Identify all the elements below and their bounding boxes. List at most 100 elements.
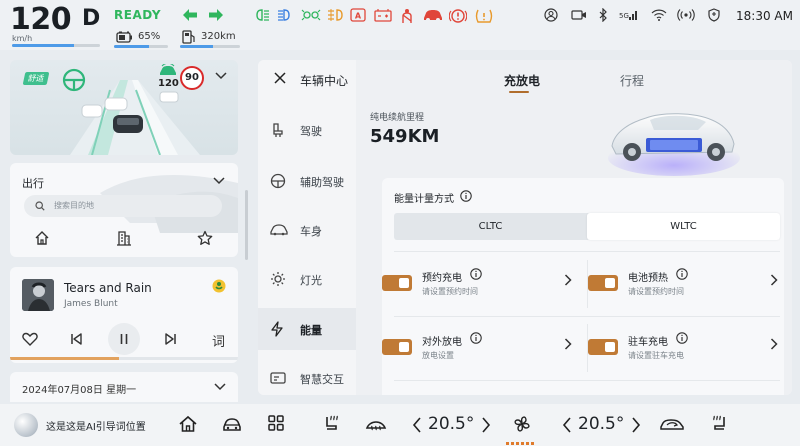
seat-heating-right-icon[interactable] [710, 414, 730, 434]
apps-grid-icon[interactable] [267, 414, 285, 432]
energy-settings-box: 能量计量方式 CLTC WLTC 预约充电 请设置预约时间 电池预热 请设置预约… [382, 178, 784, 395]
range-remaining: 320km [201, 31, 236, 42]
star-icon[interactable] [197, 230, 213, 246]
ev-range-value: 549KM [370, 126, 440, 147]
option-parking-charging[interactable]: 驻车充电 请设置驻车充电 [588, 322, 778, 374]
song-title: Tears and Rain [64, 281, 152, 295]
playback-progress-fill [10, 357, 120, 360]
car-icon[interactable] [221, 414, 243, 434]
position-light-icon [301, 8, 321, 22]
ready-indicator: READY [114, 8, 162, 22]
bottom-dock: 这是这是AI引导词位置 20.5° 20.5° [0, 404, 800, 446]
menu-item-assisted-driving[interactable]: 辅助驾驶 [258, 160, 356, 202]
parking-charging-toggle[interactable] [588, 339, 618, 355]
lightning-icon [270, 321, 284, 337]
chevron-down-icon[interactable] [213, 177, 225, 185]
menu-item-label: 辅助驾驶 [300, 176, 344, 189]
fan-speed-indicator [506, 442, 534, 445]
temp-left-increase-icon[interactable] [481, 417, 491, 433]
playback-progress-bar[interactable] [10, 357, 238, 360]
chevron-right-icon[interactable] [564, 338, 572, 350]
low-beam-icon [253, 8, 271, 22]
heart-icon[interactable] [22, 332, 38, 346]
info-icon[interactable] [676, 268, 688, 280]
battery-preheat-toggle[interactable] [588, 275, 618, 291]
bluetooth-icon[interactable] [598, 8, 608, 22]
seat-icon [270, 122, 286, 138]
option-battery-preheat[interactable]: 电池预热 请设置预约时间 [588, 258, 778, 310]
front-defrost-icon[interactable] [365, 414, 387, 434]
home-icon[interactable] [34, 230, 50, 246]
status-bar: 120 km/h D READY 65% 320km A 5G 18:30 AM [0, 0, 800, 50]
chevron-down-icon[interactable] [215, 72, 227, 80]
divider [394, 251, 780, 252]
fan-icon[interactable] [512, 414, 532, 434]
previous-track-icon[interactable] [70, 333, 82, 345]
panel-content: 充放电 行程 纯电续航里程 549KM 能量计量方式 CLTC WLTC 预约充… [356, 60, 792, 395]
lyrics-button[interactable]: 词 [212, 331, 225, 350]
left-column-scrollbar[interactable] [245, 190, 248, 260]
option-title: 对外放电 [422, 337, 462, 348]
temp-left-decrease-icon[interactable] [412, 417, 422, 433]
turn-left-icon [182, 8, 198, 22]
steering-assist-icon[interactable] [62, 68, 86, 92]
ev-range-label: 纯电续航里程 [370, 113, 425, 123]
speed-value: 120 [10, 2, 72, 37]
air-circulation-icon[interactable] [658, 416, 686, 432]
music-app-icon[interactable] [212, 279, 226, 293]
tab-charging[interactable]: 充放电 [504, 72, 540, 89]
info-icon[interactable] [470, 268, 482, 280]
menu-item-label: 车身 [300, 225, 322, 238]
office-building-icon[interactable] [116, 230, 132, 246]
option-subtitle: 请设置预约时间 [628, 287, 684, 296]
ai-assistant-orb[interactable] [14, 413, 38, 437]
info-icon[interactable] [460, 190, 472, 202]
profile-icon[interactable] [544, 8, 558, 22]
search-placeholder: 搜索目的地 [54, 201, 94, 210]
cellular-signal-icon: 5G [619, 8, 639, 22]
home-icon[interactable] [178, 414, 198, 434]
destination-search-input[interactable]: 搜索目的地 [24, 195, 222, 217]
menu-item-driving[interactable]: 驾驶 [258, 109, 356, 151]
dashcam-icon[interactable] [571, 8, 587, 22]
scheduled-charging-toggle[interactable] [382, 275, 412, 291]
info-icon[interactable] [676, 332, 688, 344]
chevron-down-icon[interactable] [214, 383, 226, 391]
option-scheduled-charging[interactable]: 预约充电 请设置预约时间 [382, 258, 572, 310]
temp-right-decrease-icon[interactable] [562, 417, 572, 433]
panel-title: 车辆中心 [300, 74, 349, 88]
play-pause-button[interactable] [108, 323, 140, 355]
adas-card[interactable]: 舒适 120 90 [10, 60, 238, 155]
chevron-right-icon[interactable] [770, 274, 778, 286]
info-icon[interactable] [470, 332, 482, 344]
menu-item-lights[interactable]: 灯光 [258, 258, 356, 300]
battery-bar [114, 45, 168, 48]
energy-mode-cltc[interactable]: CLTC [394, 213, 587, 240]
svg-text:A: A [355, 12, 362, 21]
menu-item-energy[interactable]: 能量 [258, 308, 356, 350]
chevron-right-icon[interactable] [770, 338, 778, 350]
temp-right-increase-icon[interactable] [631, 417, 641, 433]
speed-bar-fill [12, 44, 74, 47]
menu-item-body[interactable]: 车身 [258, 209, 356, 251]
wifi-icon[interactable] [651, 8, 667, 22]
close-icon[interactable] [274, 72, 286, 84]
next-track-icon[interactable] [165, 333, 177, 345]
menu-item-label: 灯光 [300, 274, 322, 287]
menu-item-smart-interaction[interactable]: 智慧交互 [258, 357, 356, 395]
ai-prompt-text[interactable]: 这是这是AI引导词位置 [46, 418, 146, 433]
energy-mode-wltc[interactable]: WLTC [587, 213, 780, 240]
tire-pressure-icon [475, 8, 493, 24]
battery-fault-icon [374, 8, 392, 22]
hotspot-icon[interactable] [677, 8, 695, 22]
seat-heating-left-icon[interactable] [321, 414, 341, 434]
external-discharge-toggle[interactable] [382, 339, 412, 355]
tab-trip[interactable]: 行程 [620, 72, 644, 89]
option-external-discharge[interactable]: 对外放电 放电设置 [382, 322, 572, 374]
album-art[interactable] [22, 279, 54, 311]
calendar-card[interactable]: 2024年07月08日 星期一 [10, 372, 238, 402]
nav-title: 出行 [22, 177, 44, 190]
chevron-right-icon[interactable] [564, 274, 572, 286]
temp-right-value: 20.5° [578, 414, 625, 434]
shield-icon[interactable] [707, 8, 721, 22]
